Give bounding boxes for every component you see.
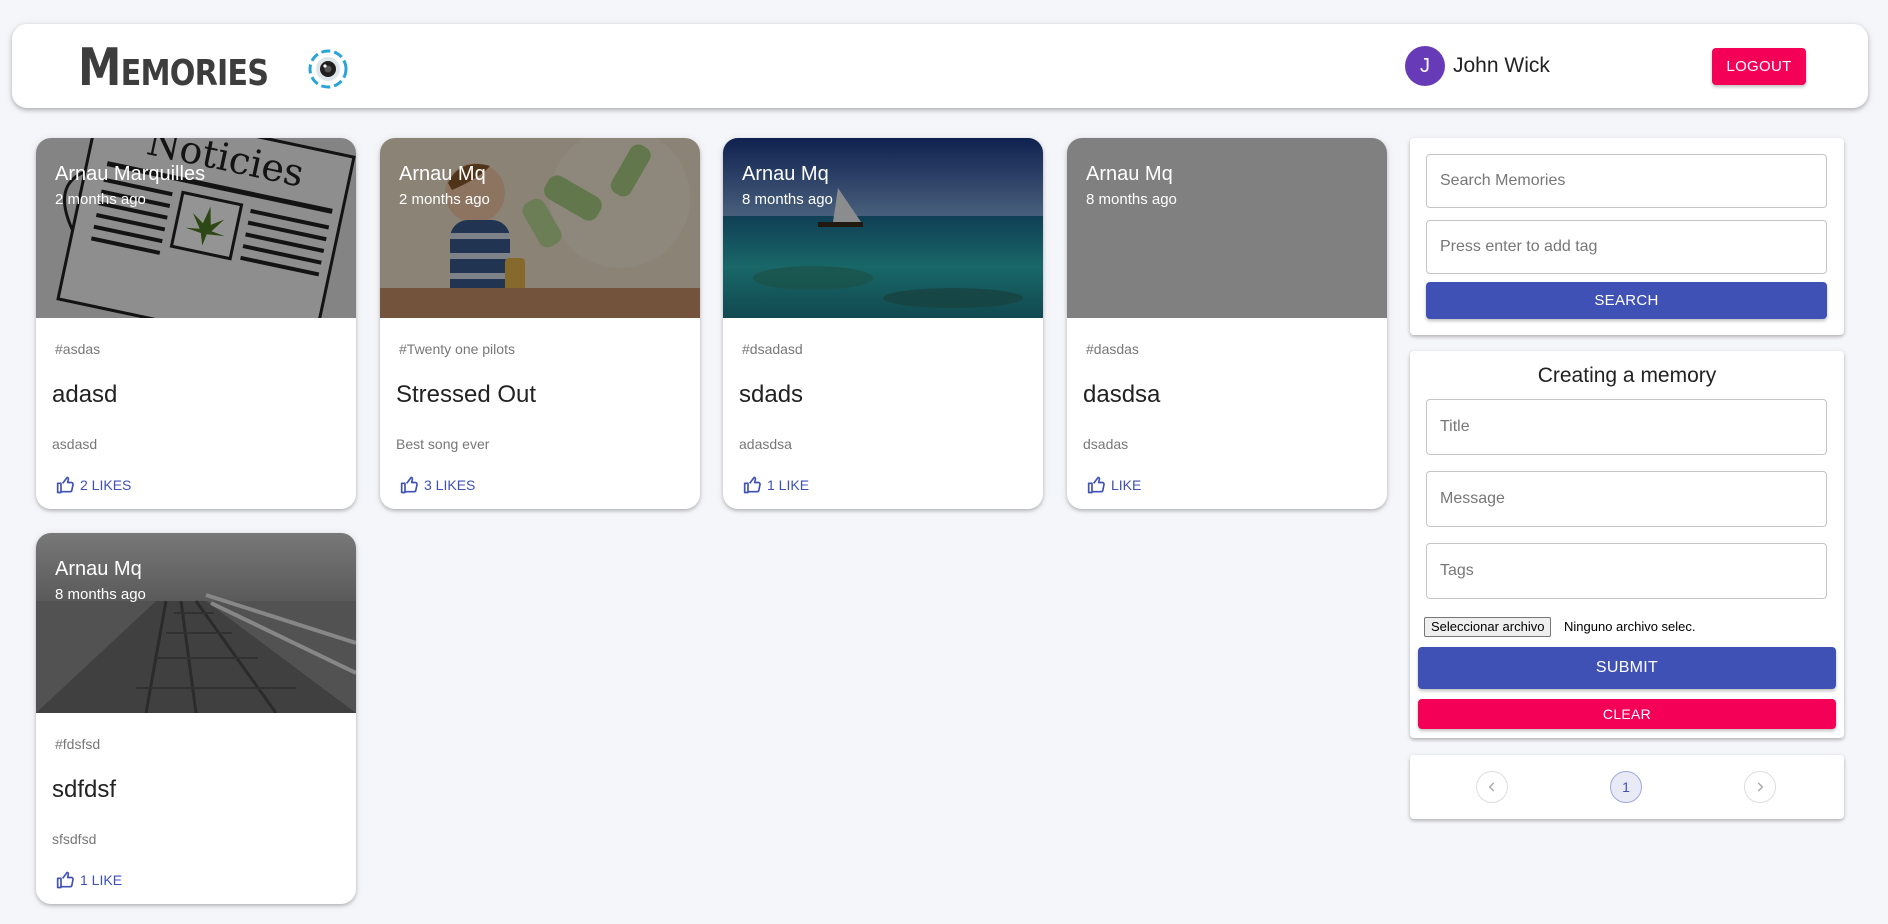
post-tags: #asdas — [55, 341, 101, 357]
post-creator: Arnau Mq — [55, 558, 142, 580]
user-name: John Wick — [1453, 54, 1550, 77]
like-count: 2 LIKES — [80, 477, 132, 493]
post-tags: #dsadasd — [742, 341, 803, 357]
like-count: LIKE — [1111, 477, 1142, 493]
clear-button-label: Clear — [1602, 706, 1652, 722]
search-panel: Search — [1410, 138, 1844, 335]
post-card[interactable]: Arnau Mq 8 months ago #dasdas dasdsa dsa… — [1067, 138, 1387, 509]
tag-input[interactable] — [1426, 220, 1827, 274]
chevron-right-icon — [1757, 782, 1764, 792]
post-title: Stressed Out — [396, 381, 537, 408]
submit-button[interactable]: Submit — [1418, 647, 1836, 689]
thumb-up-icon — [56, 476, 74, 494]
create-memory-form: Creating a memory Seleccionar archivo Ni… — [1410, 351, 1844, 738]
previous-page-button[interactable] — [1476, 771, 1508, 803]
like-count: 3 LIKES — [424, 477, 476, 493]
post-message: asdasd — [52, 436, 98, 452]
file-status: Ninguno archivo selec. — [1564, 619, 1696, 634]
like-button[interactable]: 3 LIKES — [400, 475, 475, 495]
search-button[interactable]: Search — [1426, 282, 1827, 319]
post-tags: #fdsfsd — [55, 736, 101, 752]
pagination: 1 — [1410, 755, 1844, 819]
post-card[interactable]: Arnau Mq 8 months ago #fdsfsd sdfdsf sfs… — [36, 533, 356, 904]
post-time: 8 months ago — [1086, 191, 1177, 208]
form-heading: Creating a memory — [1537, 364, 1717, 387]
logout-button-label: Logout — [1726, 58, 1792, 75]
post-creator: Arnau Mq — [1086, 163, 1173, 185]
clear-button[interactable]: Clear — [1418, 699, 1836, 729]
post-creator: Arnau Mq — [742, 163, 829, 185]
post-card[interactable]: Arnau Mq 2 months ago #Twenty one pilots… — [380, 138, 700, 509]
post-time: 2 months ago — [55, 191, 146, 208]
like-button[interactable]: LIKE — [1087, 475, 1141, 495]
post-card[interactable]: Noticies Arnau Marquilles 2 months ago #… — [36, 138, 356, 509]
post-time: 8 months ago — [742, 191, 833, 208]
like-count: 1 LIKE — [80, 872, 123, 888]
post-creator: Arnau Mq — [399, 163, 486, 185]
thumb-up-icon — [1087, 476, 1105, 494]
post-message: dsadas — [1083, 436, 1129, 452]
submit-button-label: Submit — [1595, 659, 1659, 676]
chevron-left-icon — [1488, 782, 1495, 792]
brand-title[interactable]: Memories — [78, 42, 269, 94]
search-button-label: Search — [1594, 292, 1659, 309]
thumb-up-icon — [56, 871, 74, 889]
thumb-up-icon — [743, 476, 761, 494]
post-tags: #dasdas — [1086, 341, 1139, 357]
post-title: adasd — [52, 381, 118, 408]
user-avatar[interactable]: J — [1405, 46, 1445, 86]
post-message: sfsdfsd — [52, 831, 97, 847]
file-chooser-button[interactable]: Seleccionar archivo — [1424, 617, 1552, 637]
like-button[interactable]: 2 LIKES — [56, 475, 131, 495]
app-bar: Memories J John Wick Logout — [12, 24, 1868, 108]
like-button[interactable]: 1 LIKE — [56, 870, 122, 890]
message-field[interactable] — [1426, 471, 1827, 527]
post-message: Best song ever — [396, 436, 490, 452]
post-creator: Arnau Marquilles — [55, 163, 206, 185]
logout-button[interactable]: Logout — [1712, 48, 1806, 85]
post-title: dasdsa — [1083, 381, 1161, 408]
post-title: sdfdsf — [52, 776, 117, 803]
post-card[interactable]: Arnau Mq 8 months ago #dsadasd sdads ada… — [723, 138, 1043, 509]
post-title: sdads — [739, 381, 804, 408]
page-button-current[interactable]: 1 — [1610, 771, 1642, 803]
like-button[interactable]: 1 LIKE — [743, 475, 809, 495]
post-message: adasdsa — [739, 436, 792, 452]
next-page-button[interactable] — [1744, 771, 1776, 803]
title-field[interactable] — [1426, 399, 1827, 455]
tags-field[interactable] — [1426, 543, 1827, 599]
memories-logo-icon — [308, 49, 348, 89]
search-input[interactable] — [1426, 154, 1827, 208]
post-time: 2 months ago — [399, 191, 490, 208]
like-count: 1 LIKE — [767, 477, 810, 493]
post-tags: #Twenty one pilots — [399, 341, 515, 357]
post-time: 8 months ago — [55, 586, 146, 603]
thumb-up-icon — [400, 476, 418, 494]
